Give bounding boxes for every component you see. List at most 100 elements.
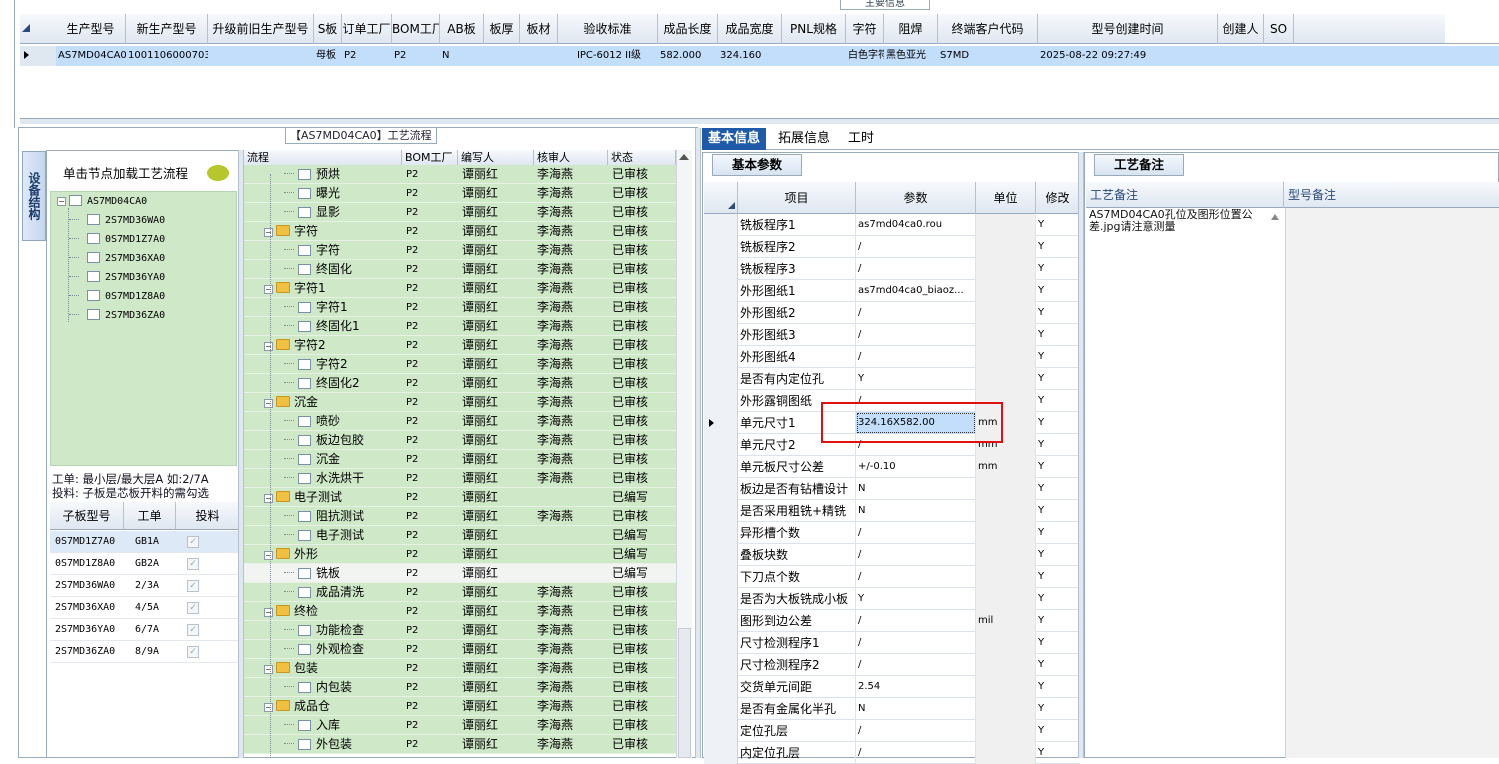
param-row[interactable]: 外形图纸2/ Y <box>704 302 1080 324</box>
cell-3[interactable] <box>208 46 314 66</box>
param-value[interactable]: Y <box>856 368 976 390</box>
proc-col-4[interactable]: 状态 <box>608 150 676 166</box>
tree-node[interactable]: 2S7MD36YA0 <box>69 270 165 286</box>
process-step-row[interactable]: 阻抗测试 P2 谭丽红 李海燕 已审核 <box>244 507 676 526</box>
param-value[interactable]: / <box>856 544 976 566</box>
param-row[interactable]: 交货单元间距 2.54 Y <box>704 676 1080 698</box>
col-header-6[interactable]: BOM工厂 <box>392 14 440 44</box>
param-value[interactable]: / <box>856 258 976 280</box>
cell-7[interactable]: N <box>440 46 484 66</box>
model-remark-area[interactable] <box>1285 208 1499 758</box>
table-row[interactable]: 2S7MD36WA0 2/3A ✓ <box>50 575 240 597</box>
collapse-icon[interactable]: − <box>264 608 273 617</box>
process-step-row[interactable]: − 电子测试 P2 谭丽红 已编写 <box>244 488 676 507</box>
param-unit[interactable]: mm <box>976 456 1036 478</box>
splitter-vertical-main[interactable] <box>695 128 701 758</box>
process-scrollbar[interactable] <box>676 150 692 758</box>
process-remark-text[interactable]: AS7MD04CA0孔位及图形位置公差.jpg请注意测量 <box>1089 209 1269 233</box>
param-unit[interactable] <box>976 214 1036 236</box>
param-unit[interactable] <box>976 742 1036 764</box>
col-header-8[interactable]: 板厚 <box>484 14 520 44</box>
param-unit[interactable] <box>976 346 1036 368</box>
proc-col-3[interactable]: 核审人 <box>534 150 608 166</box>
table-row[interactable]: 2S7MD36ZA0 8/9A ✓ <box>50 641 240 663</box>
process-step-row[interactable]: 终固化2 P2 谭丽红 李海燕 已审核 <box>244 374 676 393</box>
param-value[interactable]: N <box>856 698 976 720</box>
collapse-icon[interactable]: − <box>264 703 273 712</box>
process-step-row[interactable]: 板边包胶 P2 谭丽红 李海燕 已审核 <box>244 431 676 450</box>
param-row[interactable]: 铣板程序2/ Y <box>704 236 1080 258</box>
sub-col-2[interactable]: 投料 <box>176 502 240 530</box>
param-value[interactable]: / <box>856 566 976 588</box>
process-step-row[interactable]: 喷砂 P2 谭丽红 李海燕 已审核 <box>244 412 676 431</box>
param-row[interactable]: 板边是否有钻槽设计 N Y <box>704 478 1080 500</box>
tab-extended-info[interactable]: 拓展信息 <box>772 128 836 150</box>
param-value[interactable]: / <box>856 236 976 258</box>
cell-1[interactable]: AS7MD04CA0 <box>56 46 126 66</box>
cell-19[interactable] <box>1264 46 1294 66</box>
table-row[interactable]: 2S7MD36XA0 4/5A ✓ <box>50 597 240 619</box>
param-unit[interactable] <box>976 478 1036 500</box>
device-structure-tab[interactable]: 设备结构 <box>22 151 46 241</box>
process-step-row[interactable]: 外包装 P2 谭丽红 李海燕 已审核 <box>244 735 676 754</box>
param-unit[interactable] <box>976 654 1036 676</box>
cell-4[interactable]: 母板 <box>314 46 342 66</box>
collapse-icon[interactable]: − <box>264 342 273 351</box>
feed-checkbox[interactable]: ✓ <box>187 580 199 592</box>
cell-8[interactable] <box>484 46 520 66</box>
param-value[interactable]: / <box>856 522 976 544</box>
process-step-row[interactable]: 铣板 P2 谭丽红 已编写 <box>244 564 676 583</box>
process-step-row[interactable]: 字符1 P2 谭丽红 李海燕 已审核 <box>244 298 676 317</box>
process-step-row[interactable]: 功能检查 P2 谭丽红 李海燕 已审核 <box>244 621 676 640</box>
param-value[interactable]: / <box>856 720 976 742</box>
param-row[interactable]: 定位孔层 / Y <box>704 720 1080 742</box>
param-row[interactable]: 下刀点个数 / Y <box>704 566 1080 588</box>
process-step-row[interactable]: 字符 P2 谭丽红 李海燕 已审核 <box>244 241 676 260</box>
cell-13[interactable] <box>782 46 846 66</box>
param-unit[interactable] <box>976 566 1036 588</box>
process-step-row[interactable]: − 沉金 P2 谭丽红 李海燕 已审核 <box>244 393 676 412</box>
structure-tree[interactable]: − AS7MD04CA0 2S7MD36WA0 0S7MD1Z7A0 2S7MD36XA… <box>50 191 237 466</box>
tab-process-remarks[interactable]: 工艺备注 <box>1094 154 1184 176</box>
param-row[interactable]: 是否为大板铣成小板 Y Y <box>704 588 1080 610</box>
cell-2[interactable]: 10011060007036 <box>126 46 208 66</box>
process-step-row[interactable]: 水洗烘干 P2 谭丽红 李海燕 已审核 <box>244 469 676 488</box>
param-row[interactable]: 图形到边公差 / mil Y <box>704 610 1080 632</box>
param-col-1[interactable]: 参数 <box>856 182 976 214</box>
cell-15[interactable]: 黑色亚光 <box>884 46 938 66</box>
param-value[interactable]: Y <box>856 588 976 610</box>
param-unit[interactable] <box>976 324 1036 346</box>
tree-node[interactable]: 2S7MD36ZA0 <box>69 308 165 324</box>
proc-col-0[interactable]: 流程 <box>244 150 402 166</box>
collapse-icon[interactable]: − <box>264 494 273 503</box>
param-row[interactable]: 铣板程序1 as7md04ca0.rou Y <box>704 214 1080 236</box>
param-row[interactable]: 内定位孔层 / Y <box>704 742 1080 764</box>
param-row[interactable]: 单元板尺寸公差 +/-0.10 mm Y <box>704 456 1080 478</box>
param-value[interactable]: N <box>856 478 976 500</box>
process-step-row[interactable]: 显影 P2 谭丽红 李海燕 已审核 <box>244 203 676 222</box>
col-header-17[interactable]: 型号创建时间 <box>1038 14 1218 44</box>
col-header-4[interactable]: S板 <box>314 14 342 44</box>
param-row[interactable]: 是否采用粗铣+精铣 N Y <box>704 500 1080 522</box>
param-unit[interactable] <box>976 544 1036 566</box>
param-unit[interactable] <box>976 280 1036 302</box>
process-step-row[interactable]: 入库 P2 谭丽红 李海燕 已审核 <box>244 716 676 735</box>
col-header-7[interactable]: AB板 <box>440 14 484 44</box>
process-step-row[interactable]: − 外形 P2 谭丽红 已编写 <box>244 545 676 564</box>
col-header-18[interactable]: 创建人 <box>1218 14 1264 44</box>
col-header-2[interactable]: 新生产型号 <box>126 14 208 44</box>
table-row[interactable]: 2S7MD36YA0 6/7A ✓ <box>50 619 240 641</box>
feed-checkbox[interactable]: ✓ <box>187 558 199 570</box>
process-step-row[interactable]: 外观检查 P2 谭丽红 李海燕 已审核 <box>244 640 676 659</box>
scroll-thumb[interactable] <box>678 628 691 758</box>
table-row[interactable]: 0S7MD1Z7A0 GB1A ✓ <box>50 531 240 553</box>
cell-11[interactable]: 582.000 <box>658 46 718 66</box>
tree-node[interactable]: − AS7MD04CA0 <box>57 194 147 210</box>
param-unit[interactable] <box>976 302 1036 324</box>
col-header-15[interactable]: 阻焊 <box>884 14 938 44</box>
param-unit[interactable] <box>976 368 1036 390</box>
param-value[interactable]: / <box>856 610 976 632</box>
process-step-row[interactable]: − 字符 P2 谭丽红 李海燕 已审核 <box>244 222 676 241</box>
param-value[interactable]: as7md04ca0_biaoz... <box>856 280 976 302</box>
feed-checkbox[interactable]: ✓ <box>187 646 199 658</box>
